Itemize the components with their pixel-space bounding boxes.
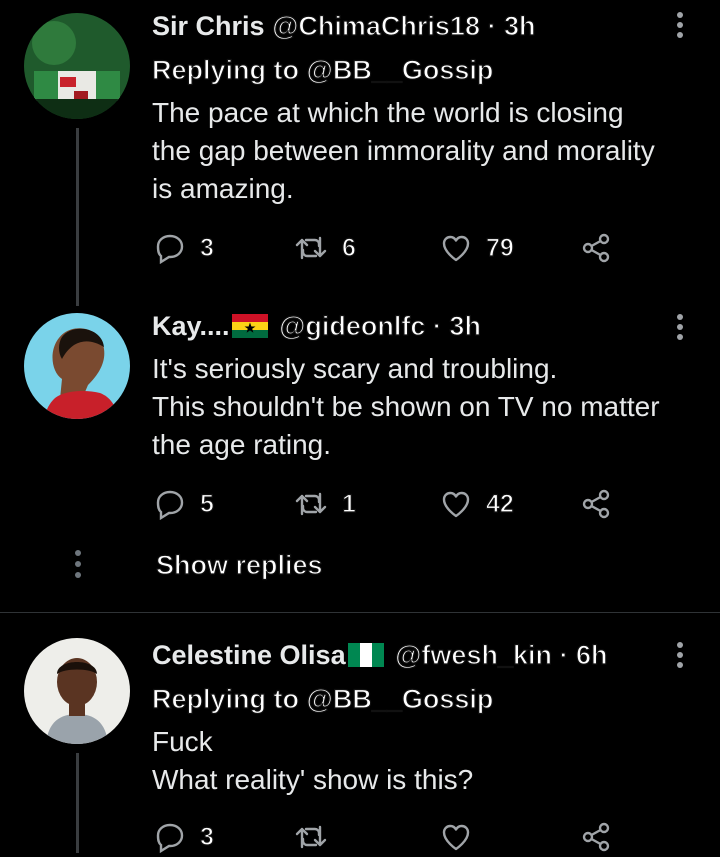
tweet-header: Celestine Olisa @fwesh_kin · 6h — [152, 639, 608, 671]
user-handle[interactable]: @ChimaChris18 — [271, 10, 480, 41]
like-button[interactable]: 42 — [440, 484, 514, 524]
replying-to-label: Replying to — [151, 683, 299, 714]
display-name[interactable]: Celestine Olisa — [152, 640, 346, 670]
action-bar: 3 — [154, 817, 624, 857]
thread-line — [76, 753, 79, 853]
more-replies-indicator — [74, 550, 82, 583]
tweet-text-line: What reality' show is this? — [152, 764, 474, 795]
more-options-icon[interactable] — [674, 314, 686, 344]
tweet-text-line: The pace at which the world is closing — [152, 97, 624, 128]
replying-to: Replying to @BB__Gossip — [151, 683, 494, 715]
timestamp[interactable]: 3h — [449, 310, 482, 341]
tweet-text: Fuck What reality' show is this? — [152, 723, 712, 799]
action-bar: 5 1 42 — [154, 484, 624, 524]
user-handle[interactable]: @gideonlfc — [278, 310, 426, 341]
tweet-header: Kay.... @gideonlfc · 3h — [152, 310, 482, 342]
tweet-text-line: This shouldn't be shown on TV no matter — [152, 391, 660, 422]
nigeria-flag-icon — [347, 643, 384, 667]
heart-icon — [442, 491, 470, 518]
reply-icon — [156, 823, 184, 853]
avatar[interactable] — [24, 638, 130, 744]
display-name[interactable]: Kay.... — [152, 311, 230, 341]
user-handle[interactable]: @fwesh_kin — [395, 639, 553, 670]
avatar[interactable] — [24, 13, 130, 119]
like-count: 79 — [485, 233, 514, 262]
reply-button[interactable]: 5 — [154, 484, 215, 524]
retweet-icon — [295, 236, 327, 260]
tweet-text-line: It's seriously scary and troubling. — [152, 353, 558, 384]
separator-dot: · — [559, 639, 569, 670]
more-options-icon[interactable] — [674, 642, 686, 672]
tweet[interactable]: Sir Chris @ChimaChris18 · 3h Replying to… — [0, 0, 720, 306]
retweet-icon — [295, 825, 327, 849]
timestamp[interactable]: 3h — [503, 10, 536, 41]
retweet-count: 6 — [341, 233, 356, 262]
tweet[interactable]: Kay.... @gideonlfc · 3h It's seriously s… — [0, 300, 720, 612]
share-icon — [582, 489, 610, 519]
retweet-count: 1 — [341, 489, 356, 518]
replying-to-label: Replying to — [151, 54, 299, 85]
replying-to: Replying to @BB__Gossip — [151, 54, 494, 86]
display-name[interactable]: Sir Chris — [152, 11, 265, 41]
like-button[interactable]: 79 — [440, 228, 514, 268]
reply-icon — [156, 490, 184, 520]
tweet-text-line: the gap between immorality and morality — [152, 135, 655, 166]
replying-to-handle[interactable]: @BB__Gossip — [306, 54, 494, 85]
reply-count: 3 — [199, 822, 214, 851]
like-count: 42 — [485, 489, 514, 518]
retweet-button[interactable]: 1 — [294, 484, 357, 524]
show-replies-link[interactable]: Show replies — [155, 549, 323, 581]
share-icon — [582, 822, 610, 852]
retweet-button[interactable]: 6 — [294, 228, 357, 268]
action-bar: 3 6 79 — [154, 228, 624, 268]
like-button[interactable] — [440, 817, 472, 857]
replying-to-handle[interactable]: @BB__Gossip — [306, 683, 494, 714]
share-button[interactable] — [580, 484, 612, 524]
tweet[interactable]: Celestine Olisa @fwesh_kin · 6h Replying… — [0, 613, 720, 853]
reply-count: 5 — [199, 489, 214, 518]
share-icon — [582, 233, 610, 263]
heart-icon — [442, 824, 470, 851]
heart-icon — [442, 235, 470, 262]
retweet-icon — [295, 492, 327, 516]
tweet-text-line: is amazing. — [152, 173, 294, 204]
separator-dot: · — [432, 310, 442, 341]
reply-button[interactable]: 3 — [154, 228, 215, 268]
reply-button[interactable]: 3 — [154, 817, 215, 857]
more-options-icon[interactable] — [674, 12, 686, 42]
timestamp[interactable]: 6h — [575, 639, 608, 670]
tweet-text-line: Fuck — [152, 726, 213, 757]
tweet-text-line: the age rating. — [152, 429, 332, 460]
share-button[interactable] — [580, 228, 612, 268]
tweet-text: It's seriously scary and troubling. This… — [152, 350, 712, 464]
reply-count: 3 — [199, 233, 214, 262]
ghana-flag-icon — [231, 314, 268, 338]
separator-dot: · — [487, 10, 497, 41]
reply-icon — [156, 234, 184, 264]
share-button[interactable] — [580, 817, 612, 857]
avatar[interactable] — [24, 313, 130, 419]
thread-line — [76, 128, 79, 306]
retweet-button[interactable] — [294, 817, 328, 857]
tweet-header: Sir Chris @ChimaChris18 · 3h — [152, 10, 536, 42]
tweet-text: The pace at which the world is closing t… — [152, 94, 712, 208]
